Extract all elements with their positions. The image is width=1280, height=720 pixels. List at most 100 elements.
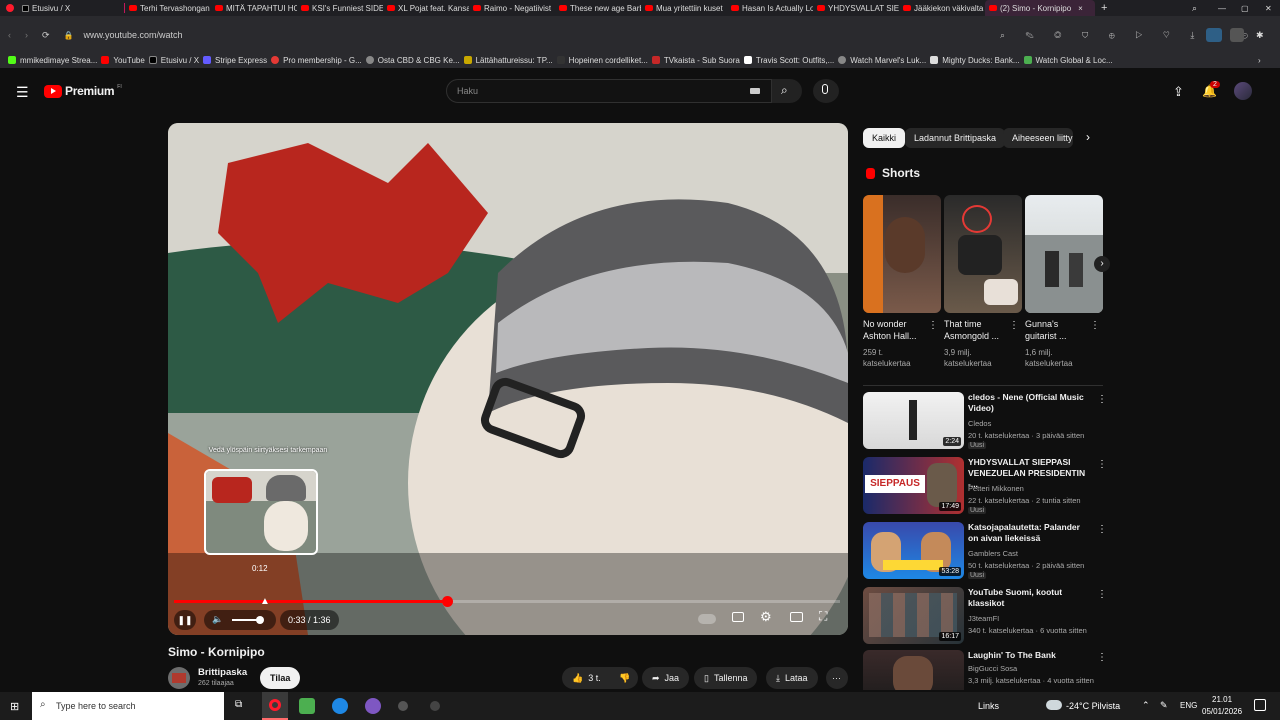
- short-thumbnail-0[interactable]: [863, 195, 941, 313]
- dislike-button[interactable]: 👎: [612, 667, 638, 689]
- volume-knob[interactable]: [256, 616, 264, 624]
- search-input[interactable]: Haku: [446, 79, 772, 103]
- language-indicator[interactable]: ENG: [1180, 701, 1197, 710]
- new-tab-icon[interactable]: +: [1101, 2, 1107, 14]
- autoplay-toggle[interactable]: [698, 614, 716, 624]
- tab-4[interactable]: XL Pojat feat. Kansa: [383, 0, 469, 16]
- voice-search-button[interactable]: [813, 79, 839, 103]
- maximize-icon[interactable]: ▢: [1241, 4, 1249, 13]
- chips-next-icon[interactable]: ›: [1086, 130, 1090, 144]
- back-icon[interactable]: ‹: [8, 30, 11, 40]
- tray-chevron-icon[interactable]: ⌃: [1142, 700, 1150, 711]
- video-player[interactable]: Vedä ylöspäin siirtyäksesi tarkempaan 0:…: [168, 123, 848, 635]
- chip-2[interactable]: Aiheeseen liitty: [1003, 128, 1073, 148]
- bookmark-1[interactable]: YouTube: [101, 56, 145, 65]
- channel-name[interactable]: Brittipaska: [198, 667, 247, 678]
- bookmark-10[interactable]: Watch Marvel's Luk...: [838, 56, 926, 65]
- subscribe-button[interactable]: Tilaa: [260, 667, 301, 689]
- ai-icon[interactable]: ✱: [1256, 30, 1264, 41]
- volume-button[interactable]: 🔈: [204, 610, 276, 630]
- miniplayer-icon[interactable]: [790, 612, 803, 622]
- keyboard-icon[interactable]: [750, 88, 760, 94]
- subtitles-icon[interactable]: [732, 612, 744, 622]
- short-menu-icon-2[interactable]: ⋮: [1090, 320, 1100, 331]
- channel-name[interactable]: J3teamFI: [968, 614, 999, 623]
- window-search-icon[interactable]: ⌕: [1192, 3, 1197, 14]
- clock-date[interactable]: 05/01/2026: [1202, 707, 1242, 716]
- start-icon[interactable]: ⊞: [10, 700, 19, 713]
- forward-icon[interactable]: ›: [25, 30, 28, 40]
- links-toolbar[interactable]: Links: [978, 701, 999, 711]
- short-title-0[interactable]: No wonder Ashton Hall...: [863, 318, 925, 342]
- extension-icon[interactable]: [1230, 28, 1244, 42]
- download-button[interactable]: ⤓ Lataa: [766, 667, 818, 689]
- channel-name[interactable]: Petteri Mikkonen: [968, 484, 1024, 493]
- menu-icon[interactable]: ☰: [16, 84, 29, 101]
- tab-8[interactable]: Hasan Is Actually Lo: [727, 0, 813, 16]
- tab-7[interactable]: Mua yritettiin kuset: [641, 0, 727, 16]
- short-thumbnail-2[interactable]: [1025, 195, 1103, 313]
- short-menu-icon-1[interactable]: ⋮: [1009, 320, 1019, 331]
- channel-name[interactable]: Gamblers Cast: [968, 549, 1018, 558]
- recommendation-item[interactable]: Laughin' To The Bank BigGucci Sosa 3,3 m…: [863, 650, 1103, 690]
- share-button[interactable]: ➦ Jaa: [642, 667, 690, 689]
- more-icon[interactable]: ⋮: [1097, 589, 1107, 600]
- video-title[interactable]: YouTube Suomi, kootut klassikot: [968, 587, 1092, 609]
- tab-close-icon[interactable]: ×: [1078, 4, 1083, 13]
- more-icon[interactable]: ⋮: [1097, 652, 1103, 663]
- youtube-logo[interactable]: Premium FI: [44, 84, 122, 98]
- minimize-icon[interactable]: —: [1218, 4, 1226, 13]
- recommendation-item[interactable]: 2:24 cledos - Nene (Official Music Video…: [863, 392, 1107, 450]
- bookmark-2[interactable]: Etusivu / X: [148, 56, 199, 65]
- tab-11-active[interactable]: (2) Simo - Kornipipo ×: [985, 0, 1095, 16]
- notifications-center-icon[interactable]: [1254, 699, 1266, 711]
- recommendation-item[interactable]: 53:28 Katsojapalautetta: Palander on aiv…: [863, 522, 1107, 580]
- bookmark-7[interactable]: Hopeinen cordelliket...: [556, 56, 648, 65]
- save-button[interactable]: ▯ Tallenna: [694, 667, 758, 689]
- bookmark-5[interactable]: Osta CBD & CBG Ke...: [365, 56, 460, 65]
- clock-time[interactable]: 21.01: [1212, 695, 1232, 704]
- video-title[interactable]: Katsojapalautetta: Palander on aivan lie…: [968, 522, 1092, 544]
- chat-taskbar-icon[interactable]: [365, 698, 381, 714]
- avatar[interactable]: [1234, 82, 1252, 100]
- video-thumbnail[interactable]: 16:17: [863, 587, 964, 644]
- chip-1[interactable]: Ladannut Brittipaska: [905, 128, 1006, 148]
- short-title-1[interactable]: That time Asmongold ...: [944, 318, 1006, 342]
- pause-button[interactable]: ❚❚: [174, 610, 196, 630]
- bookmark-6[interactable]: Lättähattureissu: TP...: [463, 56, 553, 65]
- channel-name[interactable]: BigGucci Sosa: [968, 664, 1017, 673]
- video-thumbnail[interactable]: SIEPPAUS 17:49: [863, 457, 964, 514]
- video-thumbnail[interactable]: 53:28: [863, 522, 964, 579]
- tab-5[interactable]: Raimo - Negatiivist: [469, 0, 555, 16]
- video-title[interactable]: cledos - Nene (Official Music Video): [968, 392, 1092, 414]
- like-button[interactable]: 👍 3 t.: [562, 667, 612, 689]
- bookmark-8[interactable]: TVkaista - Sub Suora: [651, 56, 740, 65]
- video-thumbnail[interactable]: [863, 650, 964, 690]
- bookmark-4[interactable]: Pro membership - G...: [271, 56, 362, 65]
- more-icon[interactable]: ⋮: [1097, 524, 1107, 535]
- recommendation-item[interactable]: SIEPPAUS 17:49 YHDYSVALLAT SIEPPASI VENE…: [863, 457, 1107, 515]
- video-title[interactable]: Laughin' To The Bank: [968, 650, 1092, 661]
- bookmark-0[interactable]: mmikedimaye Strea...: [8, 56, 97, 65]
- profile-icon[interactable]: [1206, 28, 1222, 42]
- more-actions-button[interactable]: ···: [826, 667, 848, 689]
- upload-icon[interactable]: ⇪: [1173, 84, 1184, 100]
- bookmark-9[interactable]: Travis Scott: Outfits,...: [743, 56, 834, 65]
- short-thumbnail-1[interactable]: [944, 195, 1022, 313]
- progress-bar[interactable]: [174, 596, 840, 607]
- tab-0[interactable]: Etusivu / X: [18, 0, 124, 16]
- channel-name[interactable]: Cledos: [968, 419, 991, 428]
- bookmarks-overflow-icon[interactable]: ›: [1258, 56, 1261, 65]
- recommendation-item[interactable]: 16:17 YouTube Suomi, kootut klassikot J3…: [863, 587, 1107, 645]
- fullscreen-icon[interactable]: ⛶: [819, 609, 827, 624]
- network-icon[interactable]: ✎: [1160, 700, 1168, 711]
- chip-0[interactable]: Kaikki: [863, 128, 906, 148]
- tab-1[interactable]: Terhi Tervashongan: [125, 0, 211, 16]
- url-field[interactable]: www.youtube.com/watch: [84, 30, 183, 40]
- task-view-icon[interactable]: ⧉: [235, 699, 242, 710]
- short-menu-icon-0[interactable]: ⋮: [928, 320, 938, 331]
- tab-9[interactable]: YHDYSVALLAT SIEP: [813, 0, 899, 16]
- search-button[interactable]: ⌕: [772, 79, 802, 103]
- reload-icon[interactable]: ⟳: [42, 30, 50, 41]
- app-taskbar-icon[interactable]: [398, 701, 408, 711]
